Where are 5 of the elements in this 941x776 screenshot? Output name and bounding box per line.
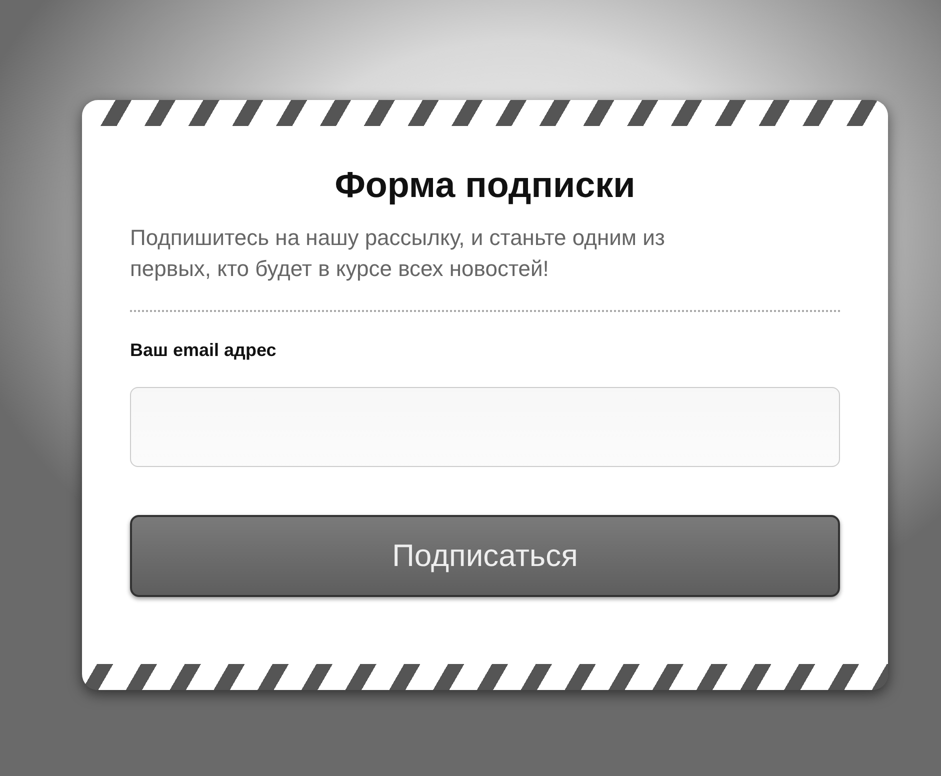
email-field[interactable] — [130, 387, 840, 467]
form-description: Подпишитесь на нашу рассылку, и станьте одним из первых, кто будет в курсе всех новостей! — [130, 224, 666, 283]
form-title: Форма подписки — [334, 164, 636, 206]
email-label: Ваш email адрес — [130, 340, 278, 361]
subscribe-button[interactable]: Подписаться — [130, 515, 840, 597]
